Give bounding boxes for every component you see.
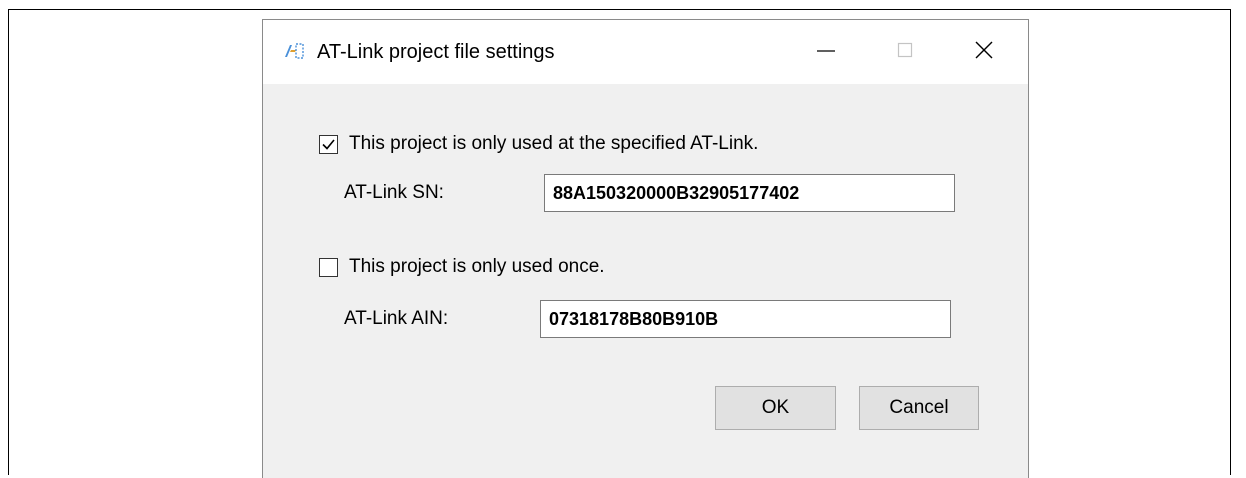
sn-label: AT-Link SN:	[344, 182, 444, 203]
dialog-title: AT-Link project file settings	[317, 41, 555, 63]
used-once-checkbox[interactable]	[319, 258, 338, 277]
settings-dialog: AT-Link project file settings This proje	[262, 19, 1029, 478]
checkmark-icon	[320, 136, 337, 153]
ain-label: AT-Link AIN:	[344, 308, 449, 329]
used-once-label[interactable]: This project is only used once.	[349, 255, 605, 279]
close-icon	[974, 40, 994, 65]
title-bar[interactable]: AT-Link project file settings	[263, 20, 1028, 84]
maximize-icon	[896, 41, 914, 64]
app-icon	[283, 41, 305, 61]
specified-link-checkbox[interactable]	[319, 135, 338, 154]
minimize-button[interactable]	[795, 20, 857, 84]
ok-button[interactable]: OK	[715, 386, 836, 430]
cancel-button[interactable]: Cancel	[859, 386, 979, 430]
specified-link-label[interactable]: This project is only used at the specifi…	[349, 132, 758, 156]
sn-input[interactable]	[544, 174, 955, 212]
ain-input[interactable]	[540, 300, 951, 338]
minimize-icon	[816, 40, 836, 65]
maximize-button[interactable]	[874, 20, 936, 84]
close-button[interactable]	[953, 20, 1015, 84]
